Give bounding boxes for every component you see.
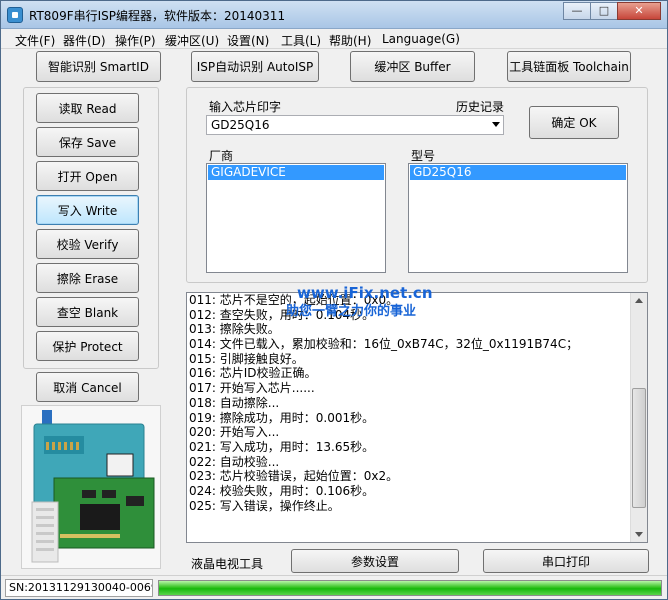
vendor-label: 厂商 [209, 149, 234, 163]
log-line: 017: 开始写入芯片...... [189, 381, 315, 396]
title-bar: RT809F串行ISP编程器，软件版本：20140311 — □ ✕ [1, 1, 667, 29]
log-lines: 011: 芯片不是空的，起始位置：0x0。 012: 查空失败，用时：0.104秒… [187, 293, 647, 513]
restore-icon[interactable]: □ [590, 2, 618, 20]
verify-button[interactable]: 校验 Verify [36, 229, 139, 259]
blank-button[interactable]: 查空 Blank [36, 297, 139, 327]
scroll-up-icon[interactable] [635, 298, 643, 303]
log-output[interactable]: 011: 芯片不是空的，起始位置：0x0。 012: 查空失败，用时：0.104秒… [186, 292, 648, 543]
status-bar: SN:20131129130040-0069 [1, 575, 667, 599]
params-settings-button[interactable]: 参数设置 [291, 549, 459, 573]
vendor-list-item[interactable]: GIGADEVICE [208, 165, 384, 180]
log-line: 023: 芯片校验错误，起始位置：0x2。 [189, 469, 399, 484]
protect-button[interactable]: 保护 Protect [36, 331, 139, 361]
log-line: 015: 引脚接触良好。 [189, 351, 304, 366]
log-scrollbar[interactable] [630, 293, 647, 542]
minimize-icon[interactable]: — [563, 2, 591, 20]
log-line: 022: 自动校验... [189, 454, 280, 469]
log-line: 018: 自动擦除... [189, 395, 280, 410]
model-label: 型号 [411, 149, 436, 163]
window-title: RT809F串行ISP编程器，软件版本：20140311 [29, 9, 286, 23]
menu-settings[interactable]: 设置(N) [227, 32, 269, 49]
log-line: 012: 查空失败，用时：0.104秒。 [189, 307, 375, 322]
menu-device[interactable]: 器件(D) [63, 32, 106, 49]
serial-number: SN:20131129130040-0069 [5, 579, 153, 597]
history-label: 历史记录 [456, 100, 505, 114]
model-list-item[interactable]: GD25Q16 [410, 165, 626, 180]
dropdown-arrow-icon[interactable] [492, 122, 500, 127]
progress-fill [159, 581, 661, 595]
chip-input-value: GD25Q16 [211, 118, 270, 132]
log-line: 020: 开始写入... [189, 425, 280, 440]
write-button[interactable]: 写入 Write [36, 195, 139, 225]
open-button[interactable]: 打开 Open [36, 161, 139, 191]
watermark-slogan: 助您一臂之力你的事业 [286, 304, 417, 319]
menu-operation[interactable]: 操作(P) [115, 32, 156, 49]
save-button[interactable]: 保存 Save [36, 127, 139, 157]
log-line: 019: 擦除成功，用时：0.001秒。 [189, 410, 375, 425]
log-line: 024: 校验失败，用时：0.106秒。 [189, 483, 375, 498]
log-line: 014: 文件已载入，累加校验和：16位_0xB74C，32位_0x1191B7… [189, 337, 579, 352]
toolchain-button[interactable]: 工具链面板 Toolchain [507, 51, 631, 82]
lcd-tools-label: 液晶电视工具 [191, 557, 264, 571]
close-icon[interactable]: ✕ [617, 2, 661, 20]
menu-language[interactable]: Language(G) [382, 32, 460, 46]
programmer-photo [21, 405, 161, 569]
log-line: 016: 芯片ID校验正确。 [189, 366, 317, 381]
read-button[interactable]: 读取 Read [36, 93, 139, 123]
scroll-down-icon[interactable] [635, 532, 643, 537]
chip-input-combo[interactable]: GD25Q16 [206, 115, 504, 135]
model-list[interactable]: GD25Q16 [408, 163, 628, 273]
window-controls: — □ ✕ [563, 2, 661, 20]
programmer-board-illustration [22, 406, 160, 568]
serial-print-button[interactable]: 串口打印 [483, 549, 649, 573]
menu-bar: 文件(F) 器件(D) 操作(P) 缓冲区(U) 设置(N) 工具(L) 帮助(… [1, 29, 667, 49]
buffer-button[interactable]: 缓冲区 Buffer [350, 51, 475, 82]
chip-input-label: 输入芯片印字 [209, 100, 282, 114]
menu-file[interactable]: 文件(F) [15, 32, 55, 49]
app-icon [7, 7, 23, 23]
app-window: RT809F串行ISP编程器，软件版本：20140311 — □ ✕ 文件(F)… [0, 0, 668, 600]
erase-button[interactable]: 擦除 Erase [36, 263, 139, 293]
log-line: 025: 写入错误，操作终止。 [189, 498, 340, 513]
vendor-list[interactable]: GIGADEVICE [206, 163, 386, 273]
menu-buffer[interactable]: 缓冲区(U) [165, 32, 219, 49]
scroll-thumb[interactable] [632, 388, 646, 508]
menu-help[interactable]: 帮助(H) [329, 32, 371, 49]
progress-bar [158, 580, 662, 596]
menu-tools[interactable]: 工具(L) [281, 32, 321, 49]
cancel-button[interactable]: 取消 Cancel [36, 372, 139, 402]
log-line: 021: 写入成功，用时：13.65秒。 [189, 439, 375, 454]
ok-button[interactable]: 确定 OK [529, 106, 619, 139]
log-line: 013: 擦除失败。 [189, 322, 280, 337]
smartid-button[interactable]: 智能识别 SmartID [36, 51, 161, 82]
autoisp-button[interactable]: ISP自动识别 AutoISP [191, 51, 319, 82]
